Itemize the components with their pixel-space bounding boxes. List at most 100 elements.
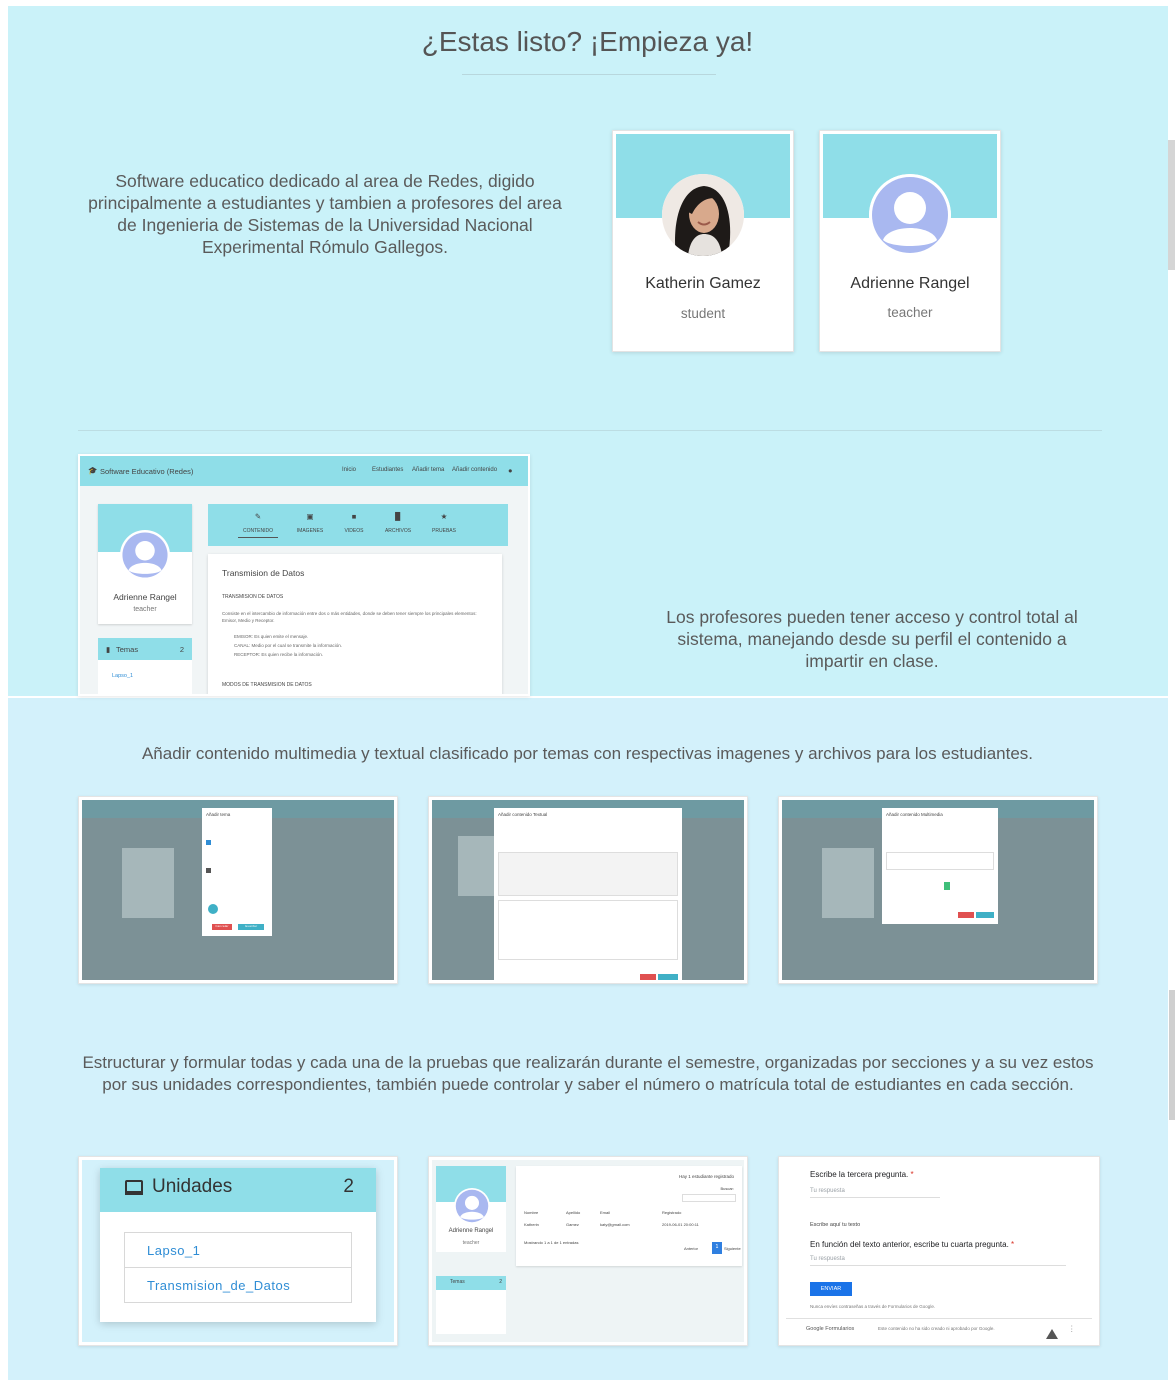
multimedia-description: Añadir contenido multimedia y textual cl… xyxy=(141,744,1034,763)
form-disclaimer: Este contenido no ha sido creado ni apro… xyxy=(878,1326,995,1331)
page-number[interactable]: 1 xyxy=(712,1242,722,1254)
mock-profile-name: Adrienne Rangel xyxy=(113,592,177,602)
book-icon xyxy=(124,1179,144,1201)
mock-content-heading: TRANSMISION DE DATOS xyxy=(222,594,284,600)
mock-tab: VIDEOS xyxy=(344,528,364,534)
mock-content-sub: MODOS DE TRANSMISION DE DATOS xyxy=(222,682,312,688)
avatar-icon xyxy=(454,1188,490,1224)
table-cell: Katherin xyxy=(524,1222,539,1227)
file-icon: ▉ xyxy=(395,512,401,521)
unit-item[interactable]: Transmision_de_Datos xyxy=(124,1267,352,1303)
profile-card-student[interactable]: Katherin Gamez student xyxy=(612,130,794,352)
table-header: Registrado xyxy=(662,1210,682,1215)
units-panel: Unidades 2 Lapso_1 Transmision_de_Datos xyxy=(100,1168,376,1322)
modal-window: Añadir contenido Multimedia xyxy=(882,808,998,924)
cancel-button[interactable]: Cancelar xyxy=(212,924,232,930)
mock-tab: ARCHIVOS xyxy=(384,528,412,534)
image-icon: ▣ xyxy=(306,512,314,521)
unit-item[interactable]: Lapso_1 xyxy=(124,1232,352,1268)
mock-temas-panel: Temas 2 xyxy=(436,1276,506,1334)
book-icon: ▮ xyxy=(106,645,111,654)
mock-profile-role: teacher xyxy=(462,1240,480,1246)
form-question-text: Escribe la tercera pregunta. xyxy=(810,1170,909,1179)
mock-temas-item: Lapso_1 xyxy=(112,673,134,679)
scrollbar-thumb[interactable] xyxy=(1169,990,1175,1120)
save-button[interactable]: Guardar xyxy=(238,924,264,930)
students-badge: Hay 1 estudiante registrado xyxy=(678,1174,734,1179)
mock-temas-panel: ▮ Temas 2 Lapso_1 xyxy=(98,638,192,694)
mock-nav-item: Añadir tema xyxy=(412,467,445,473)
mock-temas-label: Temas xyxy=(116,645,139,654)
profile-photo xyxy=(662,174,744,256)
teacher-dashboard-screenshot: 🎓 Software Educativo (Redes) Inicio Estu… xyxy=(78,454,530,696)
form-question: Escribe la tercera pregunta. * xyxy=(810,1170,914,1179)
mock-temas-label: Temas xyxy=(450,1279,465,1285)
table-cell: Gamez xyxy=(566,1222,579,1227)
mock-tab: IMAGENES xyxy=(296,528,324,534)
next-page-button[interactable]: Siguiente xyxy=(724,1246,741,1251)
page-headline: ¿Estas listo? ¡Empieza ya! xyxy=(421,26,754,57)
star-icon: ★ xyxy=(440,512,448,521)
mock-nav-item: Estudiantes xyxy=(372,467,404,473)
modal-title: Añadir tema xyxy=(206,812,231,817)
profile-role: teacher xyxy=(887,305,933,320)
add-text-content-screenshot: Añadir contenido Textual xyxy=(428,796,748,984)
avatar-icon xyxy=(120,530,170,580)
mock-brand: Software Educativo (Redes) xyxy=(100,467,194,476)
mock-temas-count: 2 xyxy=(179,645,184,654)
form-question: En función del texto anterior, escribe t… xyxy=(810,1240,1015,1249)
profile-name: Katherin Gamez xyxy=(645,275,761,292)
profile-name: Adrienne Rangel xyxy=(850,275,970,292)
tests-description: Estructurar y formular todas y cada una … xyxy=(82,1053,1094,1094)
answer-input[interactable]: Tu respuesta xyxy=(810,1188,940,1198)
table-header: Apellido xyxy=(566,1210,581,1215)
mock-temas-count: 2 xyxy=(499,1279,502,1285)
warning-icon xyxy=(1046,1324,1058,1342)
user-icon: ● xyxy=(508,466,513,475)
answer-input[interactable]: Tu respuesta xyxy=(810,1256,1066,1266)
mock-profile-role: teacher xyxy=(133,606,157,613)
google-form-screenshot: Escribe la tercera pregunta. * Tu respue… xyxy=(778,1156,1100,1346)
mock-nav-item: Añadir contenido xyxy=(452,467,498,473)
mock-navbar: 🎓 Software Educativo (Redes) Inicio Estu… xyxy=(80,456,528,486)
table-footer: Mostrando 1 a 1 de 1 entradas xyxy=(524,1240,579,1245)
submit-button[interactable]: ENVIAR xyxy=(810,1282,852,1296)
table-cell: katy@gmail.com xyxy=(600,1222,630,1227)
table-header: Email xyxy=(600,1210,611,1215)
profile-role: student xyxy=(680,306,726,321)
intro-text: Software educatico dedicado al area de R… xyxy=(88,171,562,257)
mock-tab: CONTENIDO xyxy=(243,528,273,534)
profile-card-teacher[interactable]: Adrienne Rangel teacher xyxy=(819,130,1001,352)
add-topic-screenshot: Añadir tema Cancelar Guardar xyxy=(78,796,398,984)
students-screenshot: Adrienne Rangel teacher Temas 2 Hay 1 es… xyxy=(428,1156,748,1346)
video-icon: ■ xyxy=(351,512,357,521)
units-count: 2 xyxy=(343,1176,354,1197)
table-header: Nombre xyxy=(524,1210,539,1215)
prev-page-button[interactable]: Anterior xyxy=(684,1246,698,1251)
edit-icon: ✎ xyxy=(254,512,262,521)
graduation-cap-icon: 🎓 xyxy=(88,466,98,475)
mock-content-para: Consiste en el intercambio de informació… xyxy=(222,611,477,623)
mock-content-card: Transmision de Datos TRANSMISION DE DATO… xyxy=(208,554,502,694)
mock-tab: PRUEBAS xyxy=(432,528,456,534)
mock-nav-item: Inicio xyxy=(342,467,357,473)
modal-title: Añadir contenido Textual xyxy=(498,812,548,817)
add-multimedia-screenshot: Añadir contenido Multimedia xyxy=(778,796,1098,984)
search-input[interactable] xyxy=(682,1194,736,1202)
search-label: Buscar: xyxy=(720,1186,734,1191)
mock-profile-card: Adrienne Rangel teacher xyxy=(98,504,192,624)
headline-divider xyxy=(462,74,716,75)
form-brand: Google Formularios xyxy=(806,1326,855,1332)
more-icon[interactable]: ⋮ xyxy=(1068,1324,1076,1333)
students-table: Hay 1 estudiante registrado Buscar: Nomb… xyxy=(516,1166,742,1266)
mock-bullet: RECEPTOR: Es quien recibe la información… xyxy=(234,652,323,657)
mock-content-title: Transmision de Datos xyxy=(222,568,305,578)
scrollbar-thumb[interactable] xyxy=(1168,140,1175,270)
modal-window: Añadir contenido Textual xyxy=(494,808,682,980)
mock-bullet: EMISOR: Es quien emite el mensaje. xyxy=(234,634,309,639)
mock-bullet: CANAL: Medio por el cual se transmite la… xyxy=(234,643,343,648)
table-cell: 2019-06-01 20:00:11 xyxy=(662,1222,699,1227)
teacher-description: Los profesores pueden tener acceso y con… xyxy=(666,607,1078,671)
form-question-text: En función del texto anterior, escribe t… xyxy=(810,1240,1009,1249)
mock-tabs: ✎ CONTENIDO ▣ IMAGENES ■ VIDEOS ▉ ARCHIV… xyxy=(208,504,508,546)
